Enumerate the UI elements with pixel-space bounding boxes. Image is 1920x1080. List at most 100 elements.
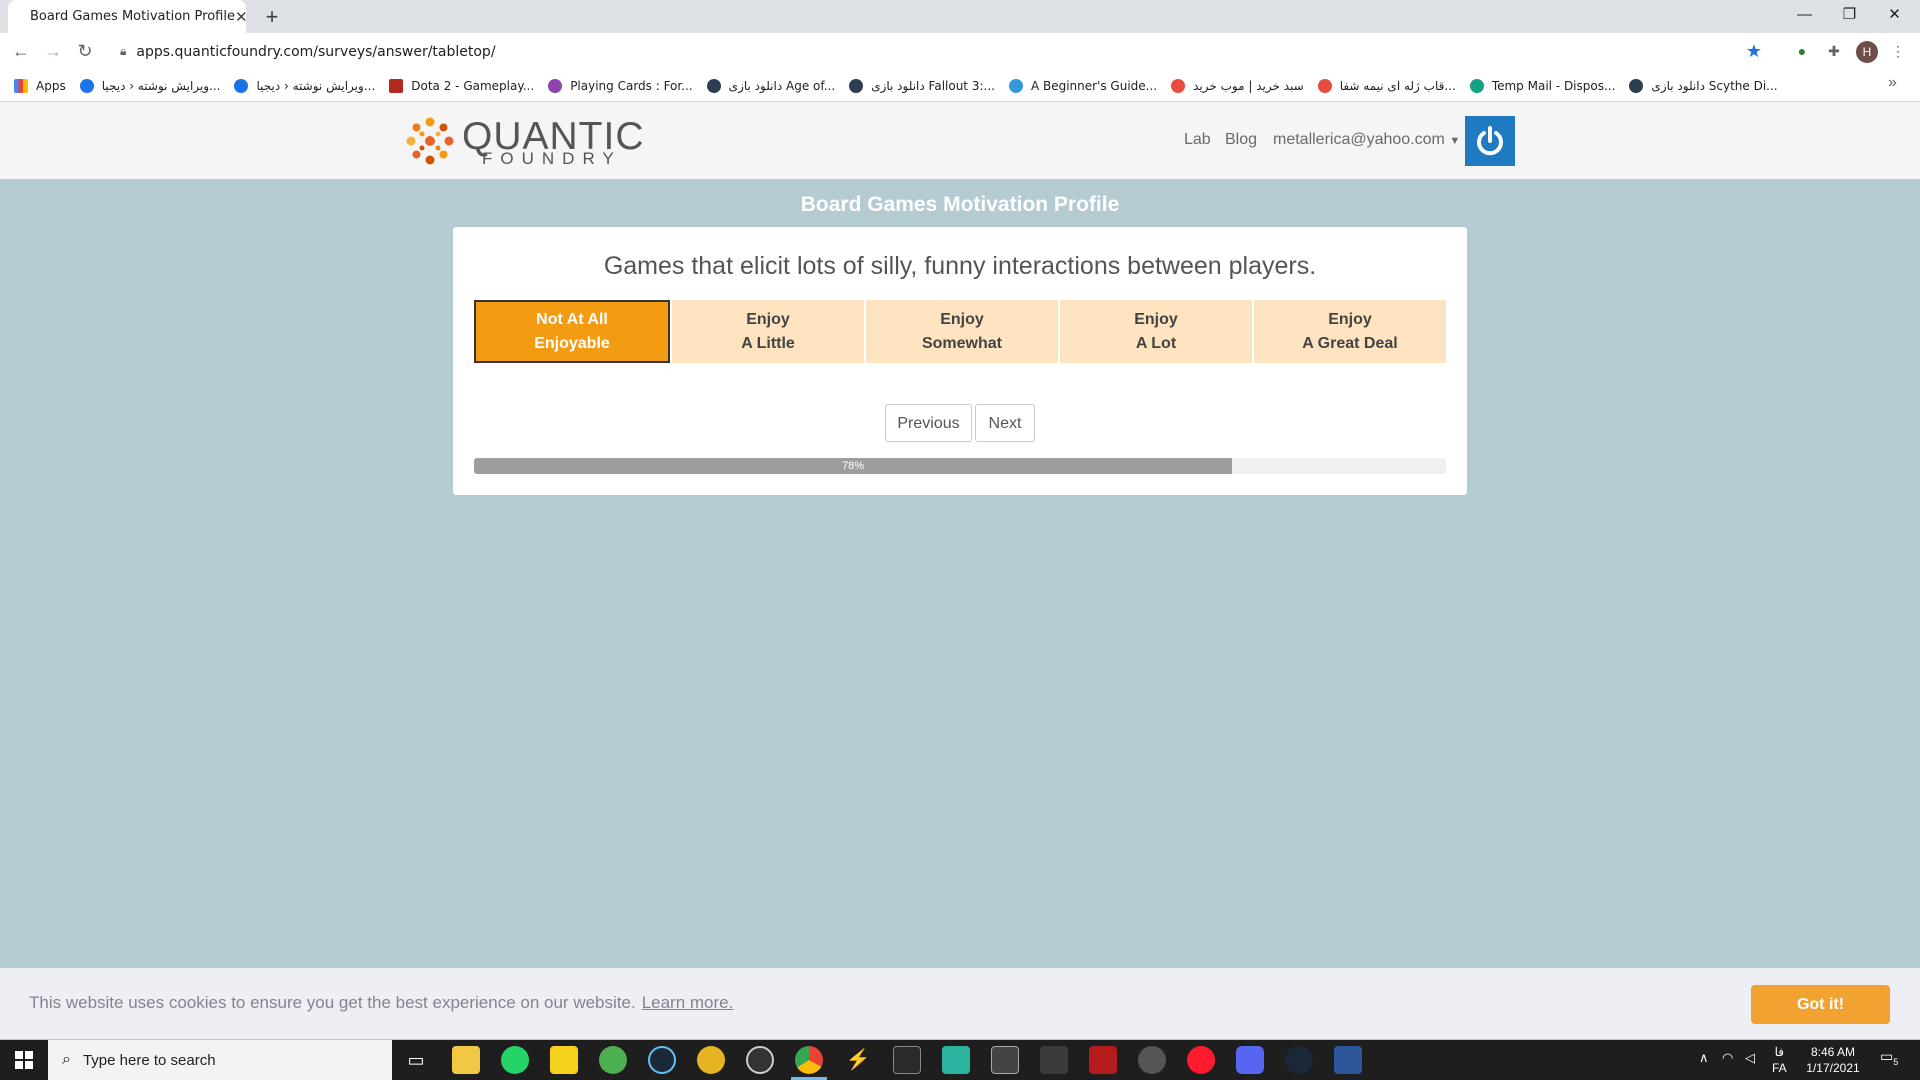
account-dropdown[interactable]: metallerica@yahoo.com ▼ — [1273, 131, 1460, 149]
bookmark-item[interactable]: Playing Cards : For... — [548, 78, 693, 93]
start-button[interactable] — [0, 1040, 48, 1080]
extensions-puzzle-icon[interactable]: ✚ — [1824, 41, 1844, 61]
bookmark-favicon-icon — [849, 78, 864, 93]
bookmark-favicon-icon — [706, 78, 721, 93]
back-arrow-icon[interactable]: ← — [6, 36, 36, 66]
bookmark-apps[interactable]: Apps — [14, 78, 66, 93]
power-icon — [1477, 126, 1503, 156]
word-icon[interactable] — [1334, 1046, 1362, 1074]
vpn-app-icon[interactable] — [599, 1046, 627, 1074]
caret-down-icon: ▼ — [1449, 135, 1461, 147]
profile-avatar[interactable]: H — [1856, 41, 1878, 63]
lightning-app-icon[interactable]: ⚡ — [844, 1046, 872, 1074]
learn-more-link[interactable]: Learn more. — [642, 993, 734, 1012]
whatsapp-icon[interactable] — [501, 1046, 529, 1074]
bookmark-item[interactable]: ویرایش نوشته ‹ دیجیا... — [234, 78, 375, 93]
apps-grid-icon — [14, 78, 28, 93]
language-indicator[interactable]: فا FA — [1772, 1044, 1787, 1076]
bookmark-item[interactable]: قاب ژله ای نیمه شفا... — [1317, 78, 1456, 93]
progress-bar: 78% — [474, 458, 1446, 474]
cookie-accept-button[interactable]: Got it! — [1751, 985, 1890, 1024]
option-enjoy-a-great-deal[interactable]: Enjoy A Great Deal — [1254, 300, 1446, 363]
site-header — [0, 102, 1920, 179]
new-tab-button[interactable]: + — [258, 4, 286, 30]
network-icon[interactable]: ◠ — [1722, 1050, 1733, 1066]
taskbar-search[interactable]: ⌕ Type here to search — [48, 1040, 392, 1080]
windows-logo-icon — [15, 1051, 33, 1069]
cookie-message: This website uses cookies to ensure you … — [29, 993, 734, 1012]
quantic-logo-icon — [406, 117, 454, 165]
ph-app-icon[interactable] — [1089, 1046, 1117, 1074]
taskbar-clock[interactable]: 8:46 AM 1/17/2021 — [1798, 1044, 1868, 1076]
task-view-icon[interactable]: ▭ — [402, 1046, 430, 1074]
bookmark-item[interactable]: دانلود بازی Fallout 3:... — [849, 78, 995, 93]
clock-time: 8:46 AM — [1810, 1045, 1856, 1059]
steam-icon[interactable] — [648, 1046, 676, 1074]
globe-app-icon[interactable] — [697, 1046, 725, 1074]
account-email: metallerica@yahoo.com — [1273, 131, 1445, 148]
notes-app-icon[interactable] — [550, 1046, 578, 1074]
tab-close-icon[interactable]: ✕ — [235, 8, 248, 26]
lock-icon: 🔒︎ — [120, 44, 127, 58]
telegram-favicon-icon — [1008, 78, 1023, 93]
address-bar[interactable]: 🔒︎ apps.quanticfoundry.com/surveys/answe… — [108, 37, 1774, 66]
opera-icon[interactable] — [1187, 1046, 1215, 1074]
option-enjoy-a-lot[interactable]: Enjoy A Lot — [1060, 300, 1252, 363]
chrome-icon[interactable] — [795, 1046, 823, 1074]
survey-question: Games that elicit lots of silly, funny i… — [603, 252, 1317, 280]
next-button[interactable]: Next — [975, 404, 1035, 442]
page-title: Board Games Motivation Profile — [800, 193, 1120, 216]
nav-blog-link[interactable]: Blog — [1225, 131, 1257, 149]
bookmark-star-icon[interactable]: ★ — [1746, 41, 1762, 62]
browser-menu-icon[interactable]: ⋮ — [1888, 41, 1908, 61]
bookmark-item[interactable]: سبد خرید | موب خرید — [1171, 78, 1304, 93]
logout-button[interactable] — [1465, 116, 1515, 166]
file-explorer-icon[interactable] — [452, 1046, 480, 1074]
bookmark-item[interactable]: دانلود بازی Scythe Di... — [1629, 78, 1778, 93]
gamepad-icon[interactable] — [1040, 1046, 1068, 1074]
calculator-icon[interactable] — [991, 1046, 1019, 1074]
bookmarks-bar: Apps ویرایش نوشته ‹ دیجیا... ویرایش نوشت… — [0, 70, 1920, 102]
window-close-icon[interactable]: ✕ — [1872, 0, 1917, 33]
progress-fill: 78% — [474, 458, 1233, 474]
bookmark-favicon-icon — [234, 78, 249, 93]
reload-icon[interactable]: ↻ — [70, 36, 100, 66]
more-bookmarks-chevron-icon[interactable]: » — [1888, 74, 1897, 92]
forward-arrow-icon[interactable]: → — [38, 36, 68, 66]
obs-icon[interactable] — [746, 1046, 774, 1074]
volume-icon[interactable]: ◁ — [1745, 1050, 1755, 1066]
bookmark-item[interactable]: دانلود بازی Age of... — [706, 78, 835, 93]
option-enjoy-somewhat[interactable]: Enjoy Somewhat — [866, 300, 1058, 363]
site-logo[interactable]: QUANTIC FOUNDRY — [404, 115, 644, 168]
steam-running-icon[interactable] — [1285, 1046, 1313, 1074]
logo-text-bottom: FOUNDRY — [482, 149, 622, 168]
option-not-at-all-enjoyable[interactable]: Not At All Enjoyable — [474, 300, 670, 363]
address-url: apps.quanticfoundry.com/surveys/answer/t… — [136, 43, 496, 60]
tempmail-favicon-icon — [1469, 78, 1484, 93]
browser-tab-strip — [0, 0, 1920, 33]
bookmark-item[interactable]: Dota 2 - Gameplay... — [389, 78, 534, 93]
bookmark-item[interactable]: Temp Mail - Dispos... — [1469, 78, 1615, 93]
epic-games-icon[interactable] — [893, 1046, 921, 1074]
bookmark-favicon-icon — [79, 78, 94, 93]
taskbar-search-placeholder: Type here to search — [82, 1051, 216, 1069]
bookmark-item[interactable]: ویرایش نوشته ‹ دیجیا... — [79, 78, 220, 93]
game-app-icon[interactable] — [942, 1046, 970, 1074]
option-enjoy-a-little[interactable]: Enjoy A Little — [672, 300, 864, 363]
game-launcher-icon[interactable] — [1138, 1046, 1166, 1074]
previous-button[interactable]: Previous — [885, 404, 972, 442]
discord-icon[interactable] — [1236, 1046, 1264, 1074]
bookmark-favicon-icon — [1629, 78, 1644, 93]
bookmark-favicon-icon — [1171, 78, 1186, 93]
minimize-icon[interactable]: — — [1782, 0, 1827, 33]
browser-tab[interactable]: Board Games Motivation Profile ✕ — [8, 0, 248, 33]
search-icon: ⌕ — [62, 1051, 71, 1068]
nav-lab-link[interactable]: Lab — [1184, 131, 1211, 149]
notification-center-icon[interactable]: ▭5 — [1880, 1048, 1898, 1067]
dota-favicon-icon — [389, 78, 404, 93]
extension-icon[interactable]: ● — [1792, 41, 1812, 61]
answer-options: Not At All Enjoyable Enjoy A Little Enjoy S… — [474, 300, 1446, 363]
bookmark-item[interactable]: A Beginner's Guide... — [1008, 78, 1157, 93]
restore-icon[interactable]: ❐ — [1827, 0, 1872, 33]
tray-chevron-icon[interactable]: ∧ — [1699, 1050, 1709, 1066]
